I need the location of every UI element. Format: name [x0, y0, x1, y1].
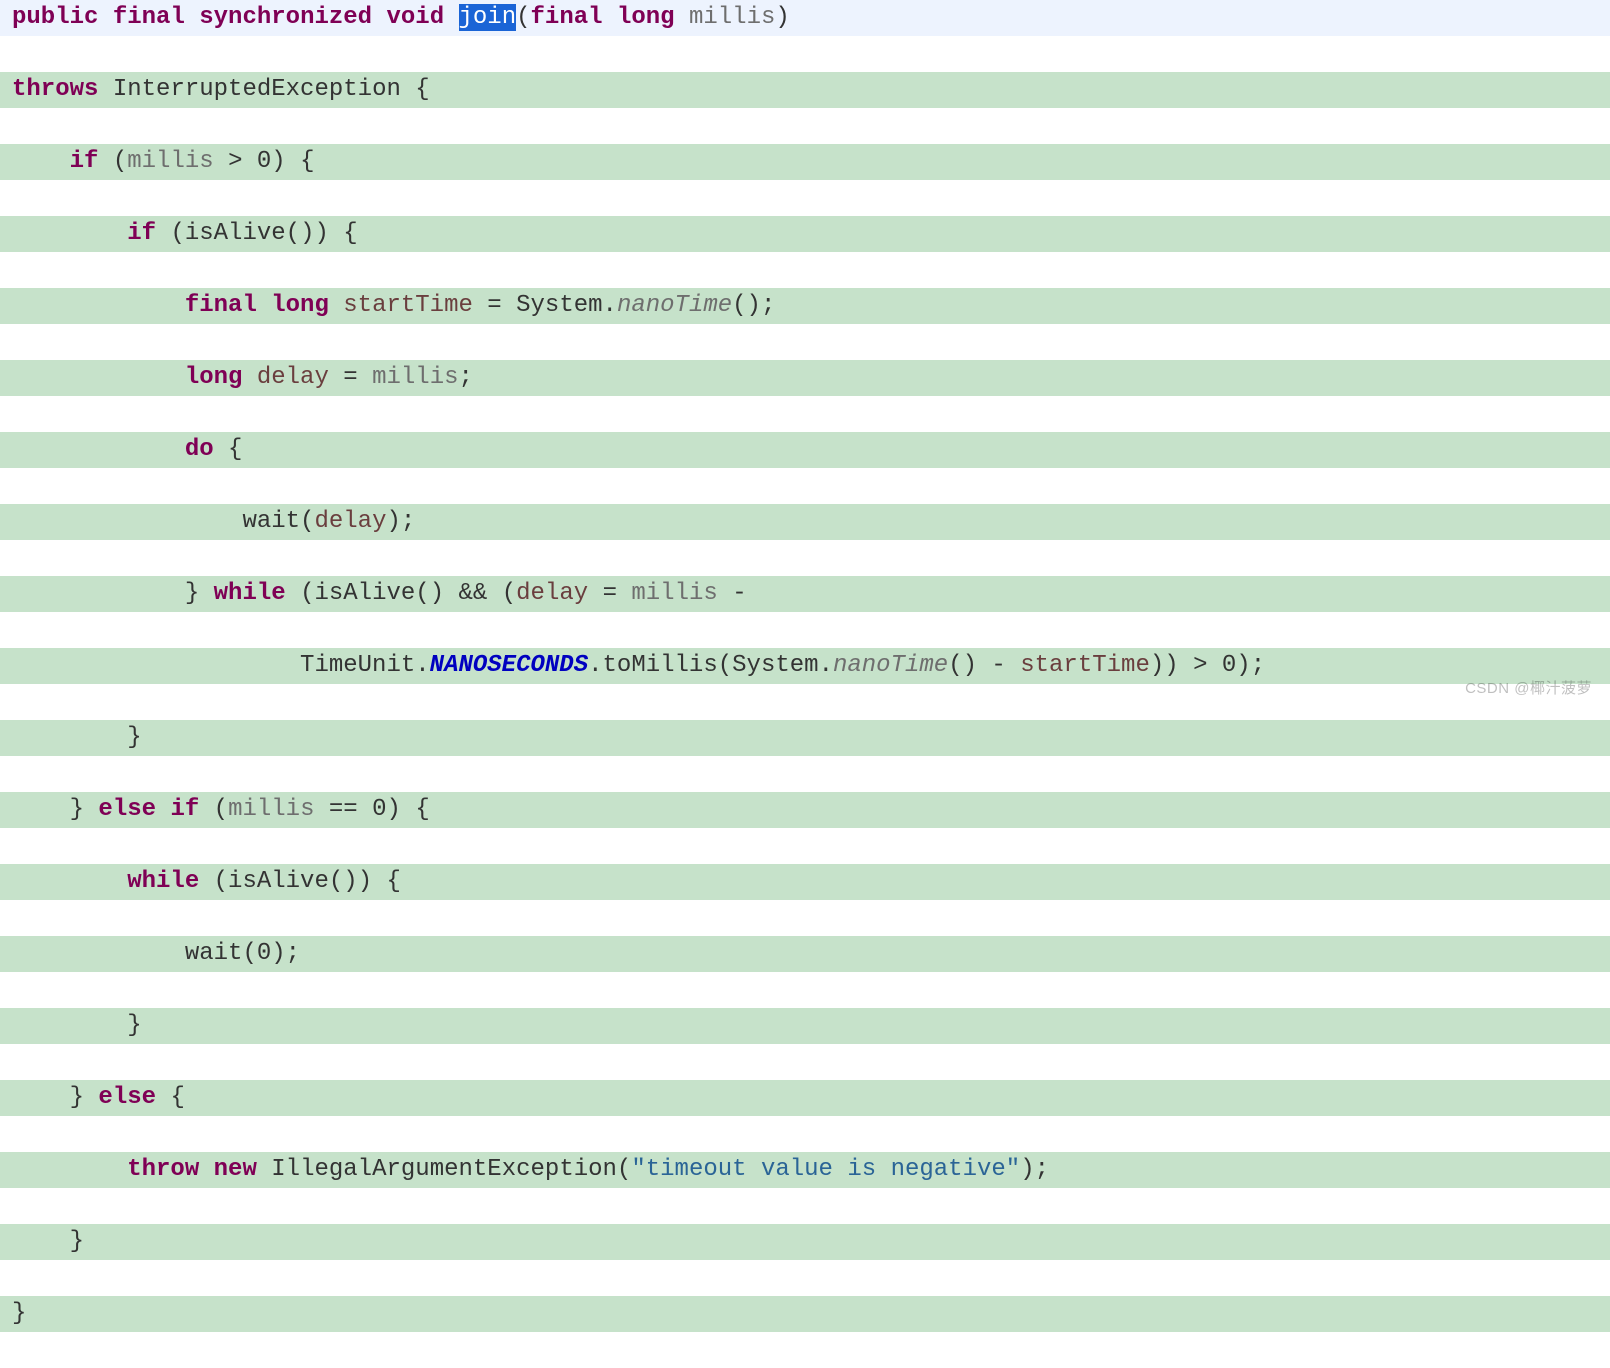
- code-line: }: [0, 1008, 1610, 1044]
- code-line: do {: [0, 432, 1610, 468]
- code-line: public final synchronized void join(fina…: [0, 0, 1610, 36]
- code-line: } while (isAlive() && (delay = millis -: [0, 576, 1610, 612]
- code-line: TimeUnit.NANOSECONDS.toMillis(System.nan…: [0, 648, 1610, 684]
- code-line: final long startTime = System.nanoTime()…: [0, 288, 1610, 324]
- code-line: while (isAlive()) {: [0, 864, 1610, 900]
- code-line: throw new IllegalArgumentException("time…: [0, 1152, 1610, 1188]
- watermark: CSDN @椰汁菠萝: [1465, 678, 1592, 701]
- code-line: wait(0);: [0, 936, 1610, 972]
- code-line: } else if (millis == 0) {: [0, 792, 1610, 828]
- code-line: }: [0, 1296, 1610, 1332]
- code-line: wait(delay);: [0, 504, 1610, 540]
- code-line: if (millis > 0) {: [0, 144, 1610, 180]
- code-line: if (isAlive()) {: [0, 216, 1610, 252]
- code-line: }: [0, 720, 1610, 756]
- highlighted-method-name: join: [459, 4, 517, 31]
- code-line: long delay = millis;: [0, 360, 1610, 396]
- code-line: } else {: [0, 1080, 1610, 1116]
- code-line: throws InterruptedException {: [0, 72, 1610, 108]
- code-line: }: [0, 1224, 1610, 1260]
- code-block: public final synchronized void join(fina…: [0, 0, 1610, 1368]
